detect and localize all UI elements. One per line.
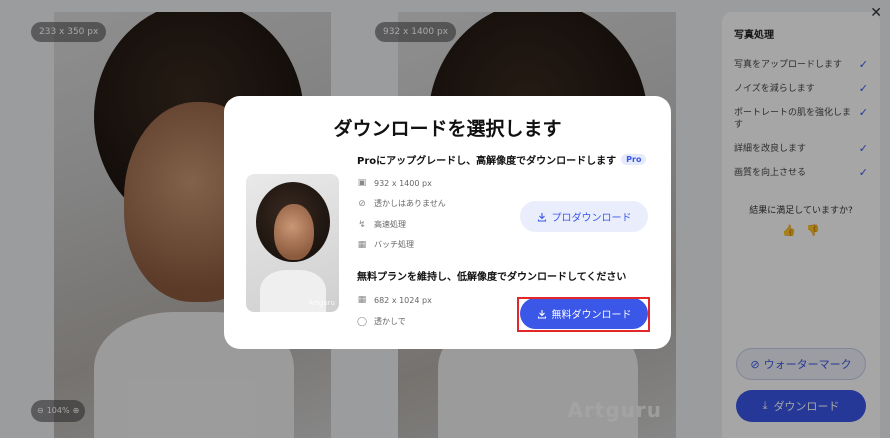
preview-thumbnail: Artguru [246, 174, 339, 312]
drop-icon: ◯ [356, 316, 368, 327]
batch-image-icon: ▦ [357, 239, 367, 250]
lightning-icon: ↯ [358, 219, 366, 230]
free-section-title: 無料プランを維持し、低解像度でダウンロードしてください [357, 272, 627, 283]
pro-badge: Pro [621, 154, 647, 165]
thumbnail-watermark: Artguru [308, 299, 335, 307]
free-feature-resolution: ▦ 682 x 1024 px [357, 295, 432, 305]
pro-feature-batch: ▦ バッチ処理 [357, 239, 414, 250]
free-download-highlight [517, 297, 650, 332]
hd-icon: ▣ [357, 178, 367, 188]
download-icon [537, 212, 547, 222]
pro-feature-no-watermark: ⊘ 透かしはありません [358, 198, 446, 209]
pro-feature-resolution: ▣ 932 x 1400 px [357, 178, 432, 188]
image-icon: ▦ [357, 295, 367, 305]
pro-section-title: Proにアップグレードし、高解像度でダウンロードします Pro [357, 152, 647, 167]
pro-download-button[interactable]: プロダウンロード [520, 201, 648, 232]
pro-feature-speed: ↯ 高速処理 [358, 219, 406, 230]
modal-title: ダウンロードを選択します [333, 118, 562, 140]
free-feature-watermark: ◯ 透かしで [356, 316, 406, 327]
no-watermark-icon: ⊘ [358, 198, 366, 209]
